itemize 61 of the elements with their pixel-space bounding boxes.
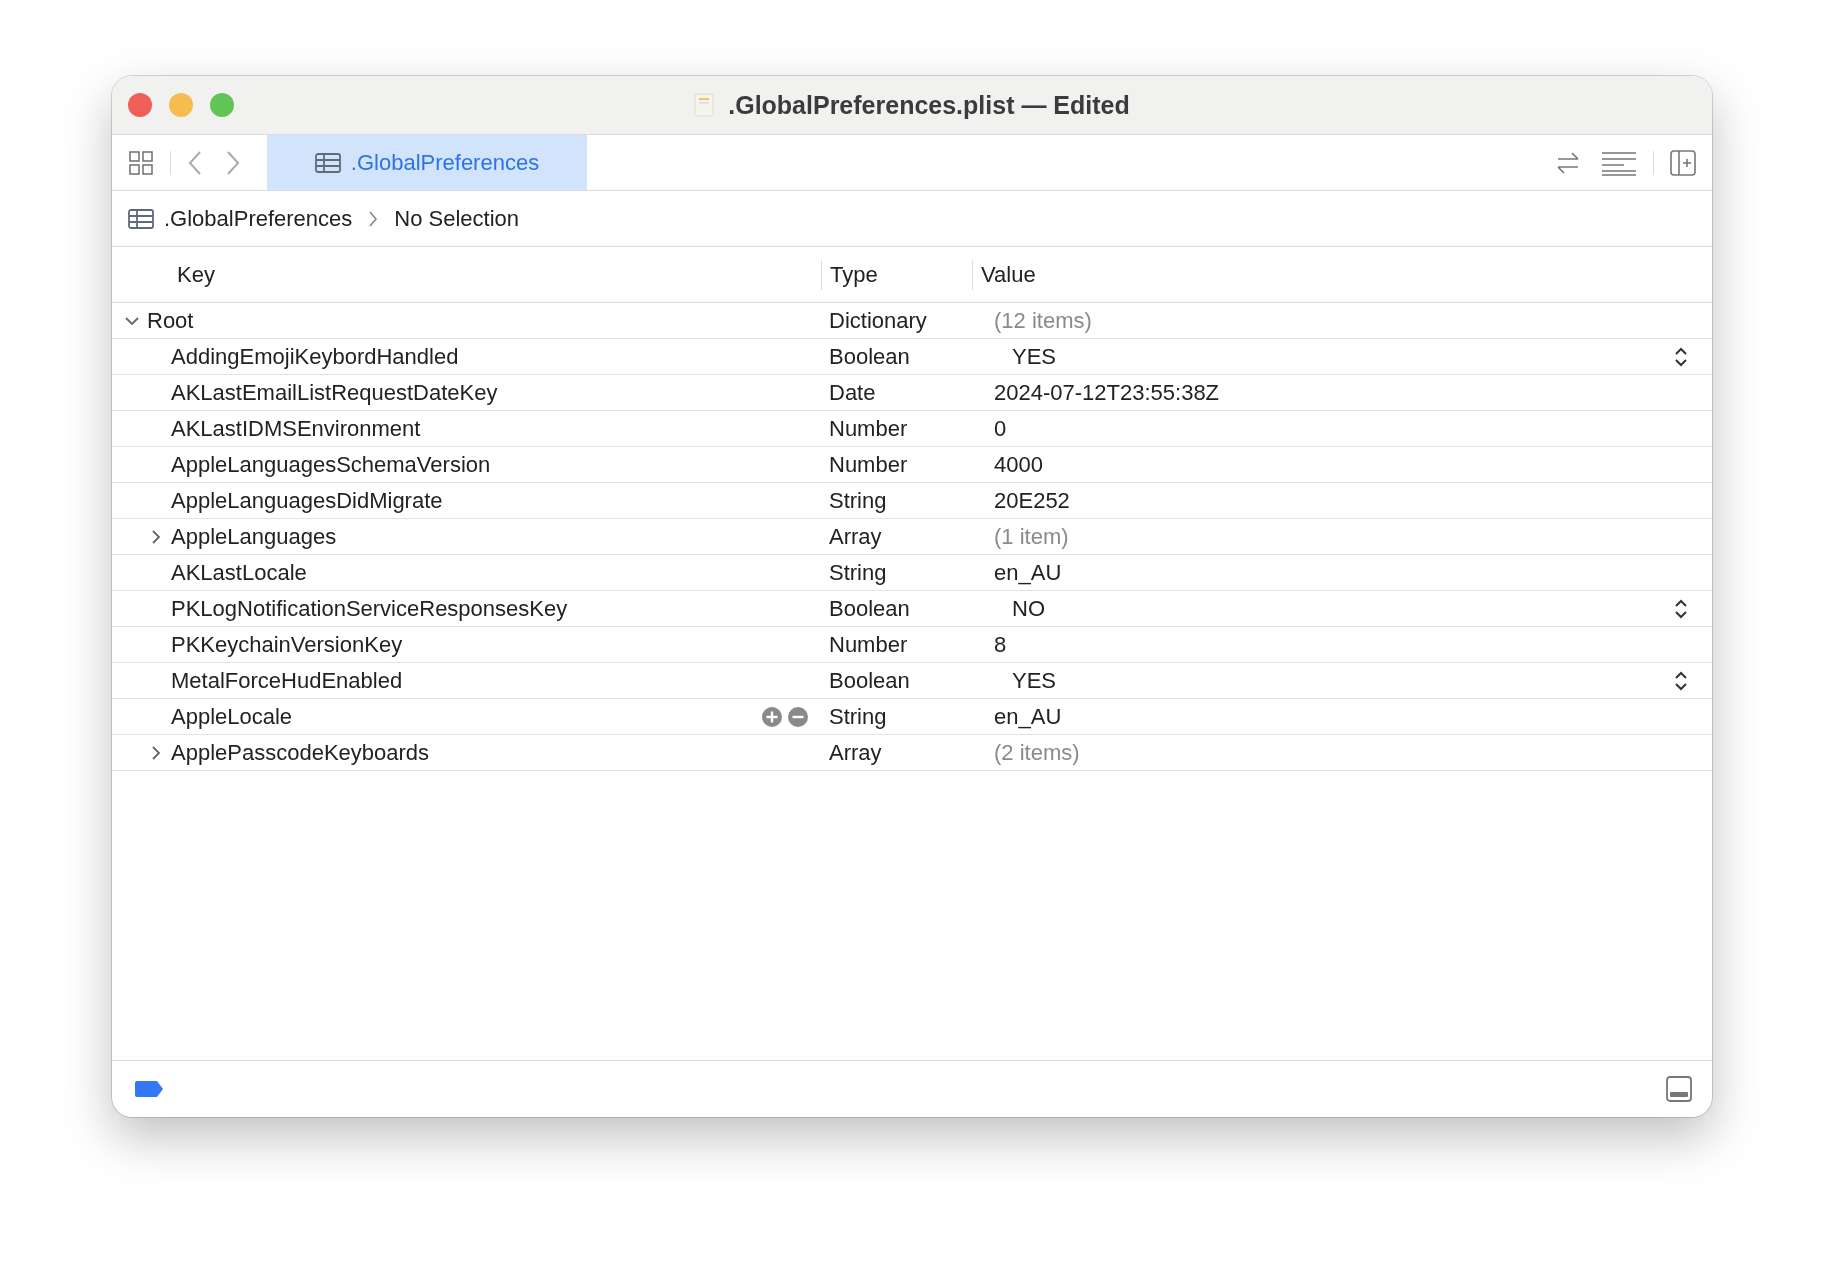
key-text: AppleLanguagesDidMigrate [171,487,444,514]
add-icon[interactable] [761,705,783,728]
table-icon [128,208,154,229]
tag-icon[interactable] [134,1080,164,1098]
breadcrumb-item[interactable]: No Selection [394,205,520,232]
type-text: Boolean [829,667,910,693]
column-header[interactable]: Key [112,261,821,288]
value-text: (1 item) [994,523,1070,550]
value-text: en_AU [994,559,1063,586]
type-text: Number [829,451,908,477]
value-text: YES [1011,343,1058,370]
bottom-panel-icon[interactable] [1666,1076,1692,1102]
chevron-icon [368,209,379,228]
key-text: AppleLanguages [171,523,338,550]
swap-arrows-icon[interactable] [1555,149,1581,176]
column-header[interactable]: Value [972,259,1036,290]
breadcrumb-item[interactable]: .GlobalPreferences [164,205,353,232]
key-text: MetalForceHudEnabled [171,667,404,694]
key-text: PKLogNotificationServiceResponsesKey [171,595,569,622]
type-text: String [829,703,887,729]
type-text: Array [829,739,882,765]
type-text: Dictionary [829,307,927,333]
key-text: PKKeychainVersionKey [171,631,404,658]
type-text: Number [829,631,908,657]
panel-add-icon[interactable] [1670,149,1696,176]
key-text: AKLastLocale [171,559,308,586]
stepper-icon[interactable] [1674,597,1688,620]
grid-icon[interactable] [128,149,154,176]
type-text: String [829,559,887,585]
value-text: 2024-07-12T23:55:38Z [994,379,1221,406]
key-text: AppleLocale [171,703,294,730]
close-button[interactable] [128,93,152,117]
value-text: (12 items) [994,307,1093,334]
table-icon [314,152,341,173]
type-text: Boolean [829,595,910,621]
value-text: 4000 [994,451,1044,478]
key-text: AppleLanguagesSchemaVersion [171,451,492,478]
key-text: Root [147,307,195,334]
value-text: 20E252 [994,487,1071,514]
key-text: AKLastEmailListRequestDateKey [171,379,499,406]
value-text: YES [1011,667,1058,694]
type-text: Boolean [829,343,910,369]
document-icon [694,93,715,117]
value-text: NO [1011,595,1046,622]
value-text: (2 items) [994,739,1081,766]
key-text: ApplePasscodeKeyboards [171,739,431,766]
value-text: 0 [994,415,1008,442]
window-title: .GlobalPreferences.plist — Edited [728,90,1130,120]
key-text: AddingEmojiKeybordHandled [171,343,460,370]
type-text: String [829,487,887,513]
value-text: 8 [994,631,1008,658]
key-text: AKLastIDMSEnvironment [171,415,422,442]
stepper-icon[interactable] [1674,669,1688,692]
type-text: Number [829,415,908,441]
type-text: Date [829,379,876,405]
value-text: en_AU [994,703,1063,730]
column-header[interactable]: Type [821,259,972,290]
remove-icon[interactable] [787,705,809,728]
stepper-icon[interactable] [1674,345,1688,368]
lines-icon[interactable] [1601,149,1637,176]
type-text: Array [829,523,882,549]
